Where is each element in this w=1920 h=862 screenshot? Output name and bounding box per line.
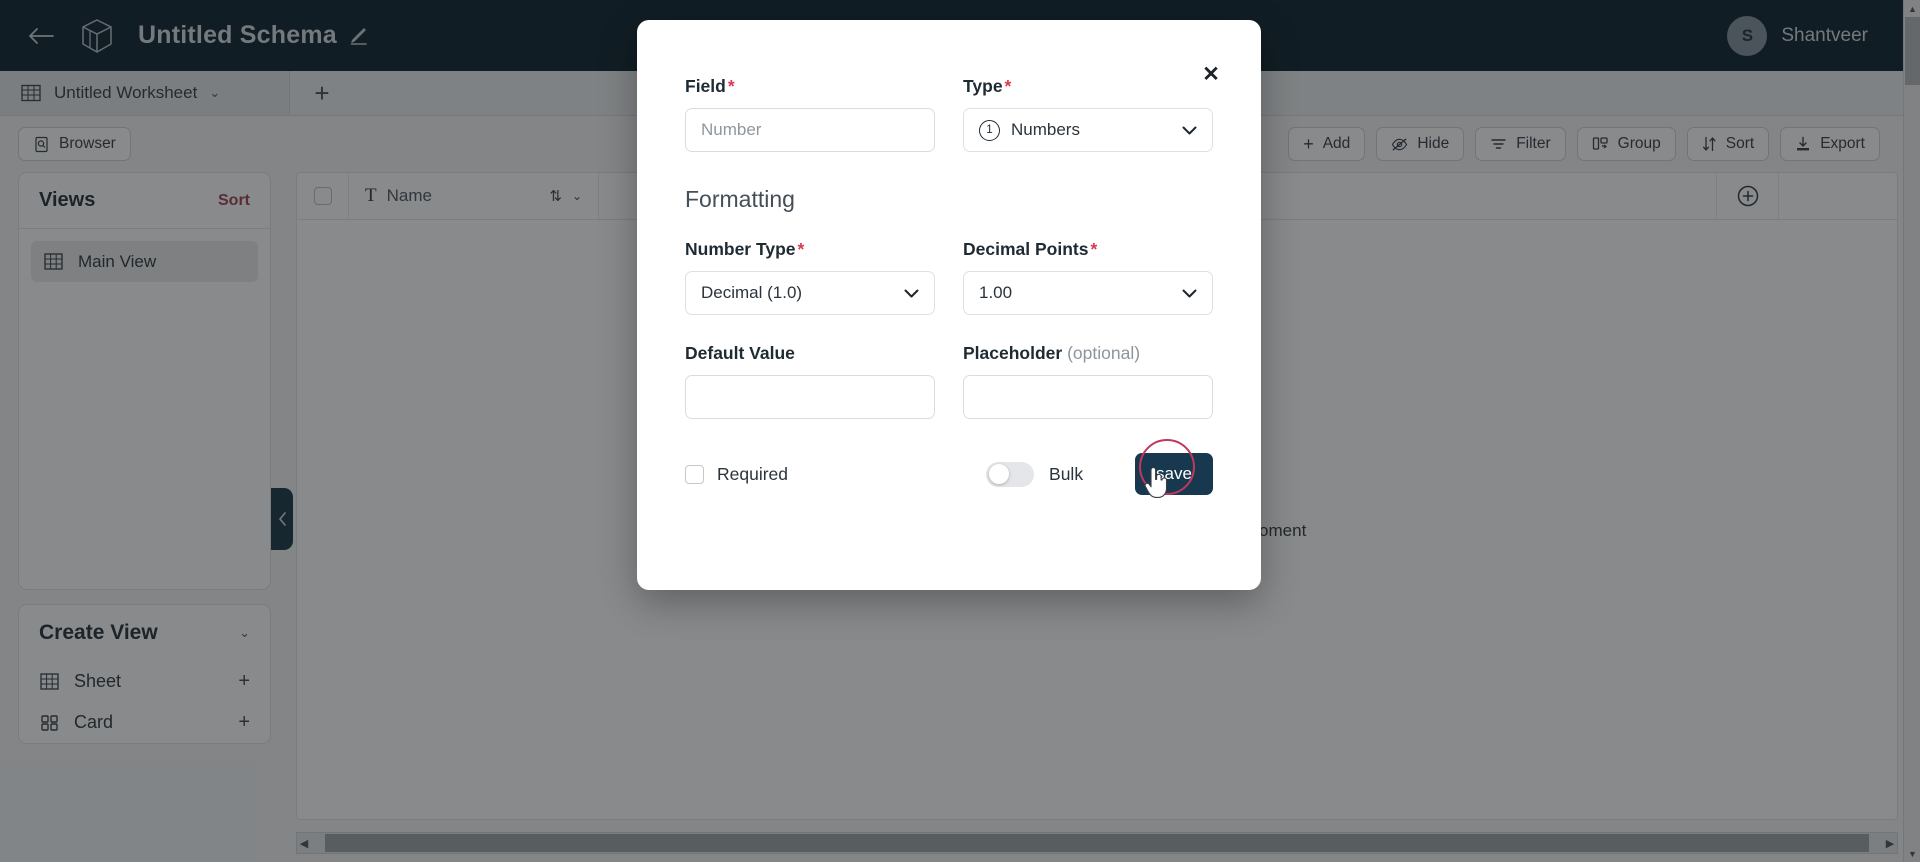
- required-asterisk: *: [1004, 76, 1012, 96]
- modal-row-formatting: Number Type * Decimal (1.0) Decimal Point…: [685, 239, 1213, 315]
- required-checkbox-group[interactable]: Required: [685, 464, 788, 485]
- placeholder-input[interactable]: [963, 375, 1213, 419]
- required-asterisk: *: [727, 76, 735, 96]
- type-group: Type * 1 Numbers: [963, 76, 1213, 152]
- type-select[interactable]: 1 Numbers: [963, 108, 1213, 152]
- bulk-toggle[interactable]: [986, 461, 1035, 487]
- decimal-points-label-text: Decimal Points: [963, 239, 1089, 259]
- field-input[interactable]: [685, 108, 935, 152]
- chevron-down-icon[interactable]: [1182, 122, 1197, 138]
- edit-field-modal: ✕ Field* Type* 1 Numbers: [637, 20, 1261, 590]
- field-label-text: Field: [685, 76, 726, 96]
- required-checkbox[interactable]: [685, 464, 704, 484]
- required-label: Required: [717, 463, 789, 484]
- number-type-value: Decimal (1.0): [701, 283, 803, 302]
- field-label: Field *: [685, 76, 935, 97]
- field-group: Field *: [685, 76, 935, 152]
- number-type-label-text: Number Type: [685, 239, 796, 259]
- type-label-text: Type: [963, 76, 1003, 96]
- placeholder-group: Placeholder (optional): [963, 343, 1213, 419]
- decimal-points-label: Decimal Points *: [963, 239, 1213, 260]
- default-value-input[interactable]: [685, 375, 935, 419]
- modal-footer: Required Bulk save: [685, 439, 1213, 498]
- number-type-label: Number Type *: [685, 239, 935, 260]
- decimal-points-select[interactable]: 1.00: [963, 271, 1213, 315]
- chevron-down-icon[interactable]: [1182, 285, 1197, 301]
- bulk-toggle-group[interactable]: Bulk: [986, 461, 1084, 487]
- bulk-label: Bulk: [1049, 463, 1084, 484]
- number-type-group: Number Type * Decimal (1.0): [685, 239, 935, 315]
- placeholder-label: Placeholder (optional): [963, 343, 1213, 364]
- decimal-points-group: Decimal Points * 1.00: [963, 239, 1213, 315]
- default-value-label: Default Value: [685, 343, 795, 363]
- number-type-icon: 1: [979, 119, 1000, 141]
- close-icon[interactable]: ✕: [1197, 60, 1225, 88]
- chevron-down-icon[interactable]: [904, 285, 919, 301]
- decimal-points-value: 1.00: [979, 283, 1013, 302]
- placeholder-optional-note: (optional): [1067, 343, 1141, 363]
- placeholder-label-text: Placeholder: [963, 343, 1063, 363]
- modal-row-field-type: Field* Type* 1 Numbers: [685, 76, 1213, 152]
- default-value-group: Default Value: [685, 343, 935, 419]
- formatting-section-title: Formatting: [685, 186, 795, 212]
- app-root: Untitled Schema S Shantveer Untitled Wor…: [0, 0, 1920, 862]
- type-select-value: Numbers: [1011, 120, 1080, 139]
- number-type-select[interactable]: Decimal (1.0): [685, 271, 935, 315]
- type-label: Type *: [963, 76, 1213, 97]
- required-asterisk: *: [1090, 239, 1098, 259]
- modal-row-defaults: Default Value Placeholder (optional): [685, 343, 1213, 419]
- save-button[interactable]: save: [1135, 453, 1213, 495]
- required-asterisk: *: [797, 239, 805, 259]
